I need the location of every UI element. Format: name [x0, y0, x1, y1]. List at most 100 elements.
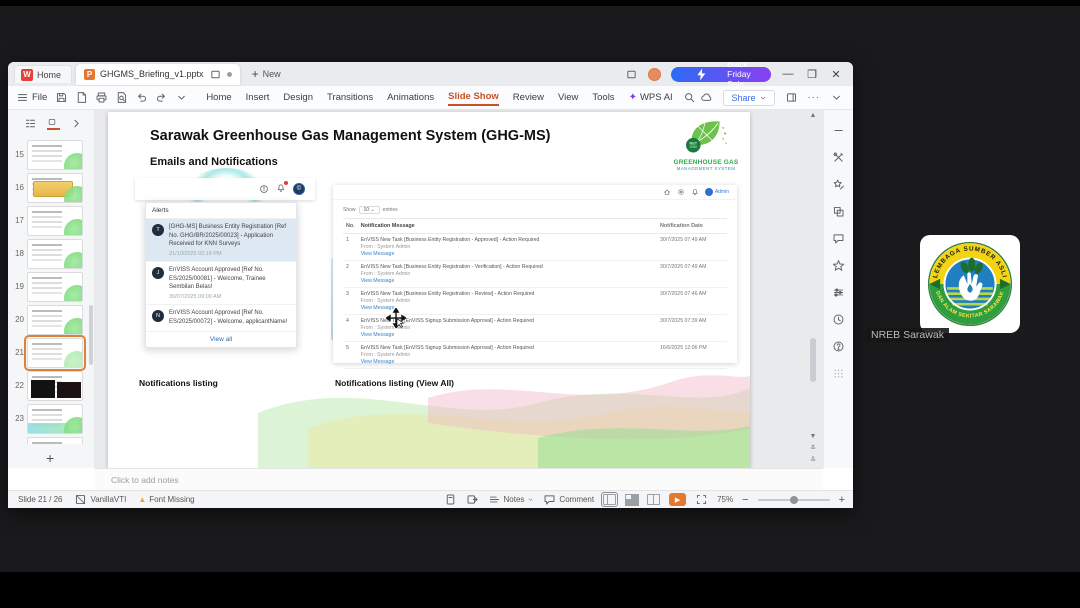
thumbnail-preview[interactable] — [27, 271, 83, 302]
quickbar-customize-icon[interactable] — [175, 91, 188, 104]
alert-item[interactable]: T [GHG-MS] Business Entity Registration … — [146, 219, 296, 263]
shapes-icon[interactable] — [832, 205, 845, 218]
font-missing-warning[interactable]: ▲ Font Missing — [138, 495, 194, 504]
slideshow-play-button[interactable]: ▶ — [669, 493, 687, 506]
toolbox-icon[interactable] — [832, 151, 845, 164]
account-avatar[interactable] — [647, 67, 661, 81]
alert-item[interactable]: N EnVISS Account Approved [Ref No. ES/20… — [146, 305, 296, 332]
task-pane-icon[interactable] — [785, 91, 798, 104]
slide-thumbnail-19[interactable]: 19 — [8, 270, 94, 303]
thumbnail-preview[interactable] — [27, 304, 83, 335]
menu-slide-show[interactable]: Slide Show — [448, 89, 499, 106]
minimize-button[interactable]: — — [781, 68, 795, 80]
slide-pane-icon[interactable] — [444, 493, 457, 506]
collapse-icon[interactable] — [832, 124, 845, 137]
export-pdf-icon[interactable] — [75, 91, 88, 104]
thumbnail-preview[interactable] — [27, 205, 83, 236]
comment-icon[interactable] — [832, 232, 845, 245]
slide-thumbnail-24[interactable]: 24 — [8, 435, 94, 444]
slide-thumbnail-21[interactable]: 21 — [8, 334, 94, 371]
sliders-icon[interactable] — [832, 286, 845, 299]
normal-view-button[interactable] — [601, 492, 619, 507]
notes-area[interactable]: Click to add notes — [95, 468, 823, 490]
thumbnail-preview[interactable] — [27, 238, 83, 269]
menu-animations[interactable]: Animations — [387, 90, 434, 105]
tab-window-mode-icon[interactable] — [209, 68, 222, 81]
previous-slide-button[interactable]: ≛ — [809, 444, 817, 452]
menu-design[interactable]: Design — [283, 90, 313, 105]
reading-view-button[interactable] — [647, 494, 661, 505]
slide-thumbnail-15[interactable]: 15 — [8, 138, 94, 171]
menu-transitions[interactable]: Transitions — [327, 90, 373, 105]
layout-switch-icon[interactable] — [625, 68, 638, 81]
share-button[interactable]: Share — [723, 89, 775, 106]
scroll-up-button[interactable]: ▲ — [809, 112, 817, 119]
slide-thumbnail-22[interactable]: 22 — [8, 369, 94, 402]
panel-scrollbar[interactable] — [89, 305, 93, 365]
redo-icon[interactable] — [155, 91, 168, 104]
thumbnail-view-icon[interactable] — [47, 117, 60, 130]
document-tab[interactable]: P GHGMS_Briefing_v1.pptx — [76, 63, 240, 85]
file-menu[interactable]: File — [16, 91, 47, 104]
theme-button[interactable]: VanillaVTI — [74, 493, 126, 506]
close-button[interactable]: ✕ — [829, 68, 843, 81]
menu-view[interactable]: View — [558, 90, 578, 105]
zoom-out-button[interactable]: − — [742, 494, 748, 506]
print-preview-icon[interactable] — [115, 91, 128, 104]
menu-review[interactable]: Review — [513, 90, 544, 105]
slide-thumbnail-17[interactable]: 17 — [8, 204, 94, 237]
zoom-level[interactable]: 75% — [717, 495, 733, 504]
slide-sorter-button[interactable] — [625, 494, 638, 505]
thumbnail-preview[interactable] — [27, 403, 83, 434]
history-icon[interactable] — [832, 313, 845, 326]
collapse-panel-icon[interactable] — [70, 117, 83, 130]
menu-home[interactable]: Home — [206, 90, 231, 105]
more-button[interactable]: ··· — [808, 92, 821, 103]
zoom-slider-handle[interactable] — [789, 495, 798, 504]
participant-video-tile[interactable]: LEMBAGA SUMBER ASLI DAN ALAM SEKITAR SAR… — [920, 235, 1020, 333]
thumbnail-preview[interactable] — [27, 436, 83, 444]
next-slide-button[interactable]: ≚ — [809, 456, 817, 464]
menu-insert[interactable]: Insert — [246, 90, 270, 105]
help-icon[interactable] — [832, 340, 845, 353]
thumbnail-preview[interactable] — [27, 172, 83, 203]
alert-item[interactable]: J EnVISS Account Approved [Ref No. ES/20… — [146, 262, 296, 306]
new-tab-button[interactable]: + New — [252, 67, 281, 81]
slide-thumbnail-20[interactable]: 20 — [8, 303, 94, 336]
slide-subtitle[interactable]: Emails and Notifications — [150, 156, 278, 168]
apps-icon[interactable] — [832, 367, 845, 380]
notes-toggle[interactable]: Notes — [488, 493, 535, 506]
scroll-down-button[interactable]: ▼ — [809, 433, 817, 440]
new-tab-label: New — [262, 69, 281, 79]
zoom-slider[interactable] — [757, 495, 830, 504]
zoom-in-button[interactable]: + — [839, 494, 845, 506]
comment-button[interactable]: Comment — [543, 493, 594, 506]
print-icon[interactable] — [95, 91, 108, 104]
home-tab[interactable]: W Home — [14, 65, 73, 83]
search-icon[interactable] — [683, 91, 696, 104]
slide-title[interactable]: Sarawak Greenhouse Gas Management System… — [150, 128, 551, 144]
undo-icon[interactable] — [135, 91, 148, 104]
cloud-sync-icon[interactable] — [700, 91, 713, 104]
fit-screen-icon[interactable] — [695, 493, 708, 506]
wps-ai-button[interactable]: ✦ WPS AI — [629, 92, 673, 103]
slide-thumbnail-16[interactable]: 16 — [8, 171, 94, 204]
restore-button[interactable]: ❐ — [805, 68, 819, 81]
thumbnail-preview[interactable] — [27, 139, 83, 170]
menu-tools[interactable]: Tools — [592, 90, 614, 105]
canvas-scrollbar[interactable]: ▲ ▼ ≛ ≚ — [807, 110, 819, 468]
thumbnail-preview[interactable] — [27, 370, 83, 401]
thumbnail-preview[interactable] — [24, 334, 86, 371]
slide-thumbnail-18[interactable]: 18 — [8, 237, 94, 270]
start-from-slide-icon[interactable] — [466, 493, 479, 506]
star-edit-icon[interactable] — [832, 178, 845, 191]
save-icon[interactable] — [55, 91, 68, 104]
collapse-ribbon-icon[interactable] — [830, 91, 843, 104]
star-icon[interactable] — [832, 259, 845, 272]
scrollbar-thumb[interactable] — [810, 338, 816, 382]
outline-view-icon[interactable] — [24, 117, 37, 130]
slide-canvas[interactable]: Sarawak Greenhouse Gas Management System… — [108, 112, 750, 468]
promo-button[interactable]: Black Friday Sale — [670, 62, 771, 89]
slide-thumbnail-23[interactable]: 23 — [8, 402, 94, 435]
new-slide-button[interactable]: + — [46, 450, 54, 466]
